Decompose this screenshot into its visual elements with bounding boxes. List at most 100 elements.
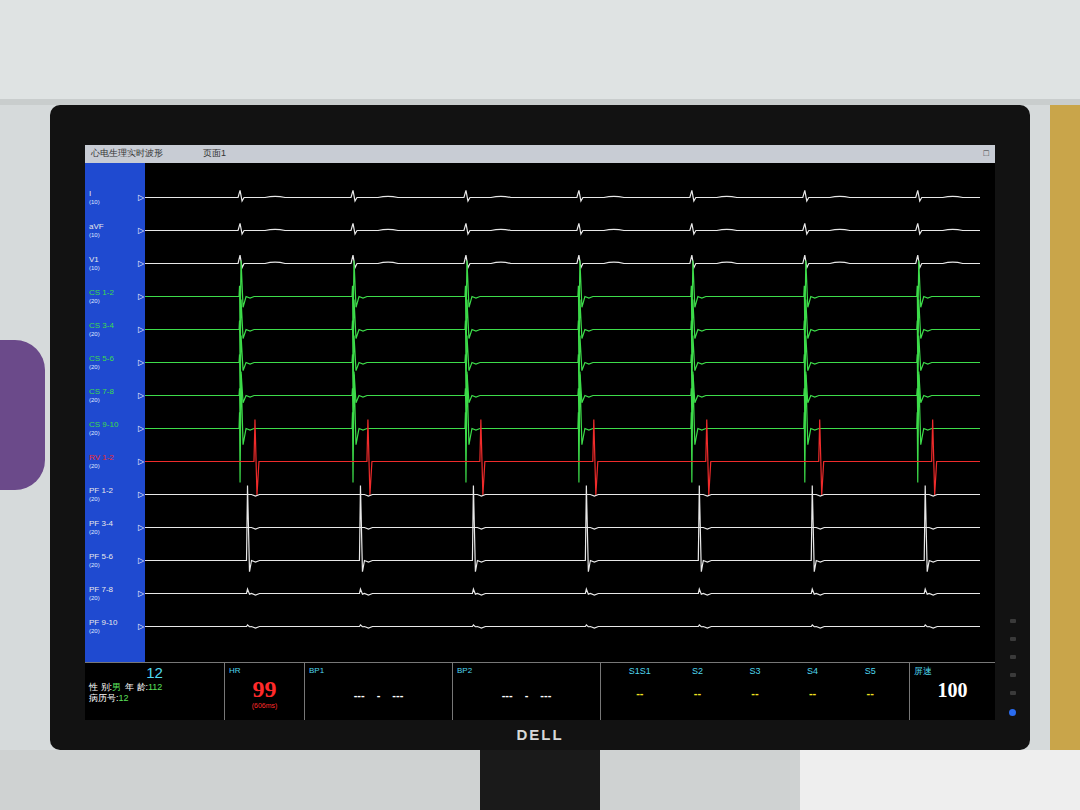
bp-box: BP2------- <box>453 663 601 720</box>
trace <box>145 412 995 445</box>
bp-label: BP1 <box>309 665 448 677</box>
channel-gain: (20) <box>89 397 114 404</box>
channel-gain: (10) <box>89 199 100 206</box>
bp-value: --- <box>540 687 551 704</box>
channel-marker: ▷ <box>138 621 144 633</box>
trace <box>145 577 995 610</box>
channel-name: CS 1-2 <box>89 289 114 298</box>
monitor-button[interactable] <box>1010 619 1016 623</box>
monitor-button[interactable] <box>1010 691 1016 695</box>
bp-box: BP1------- <box>305 663 453 720</box>
channel-label[interactable]: V1(10)▷ <box>85 247 145 280</box>
stim-param: S4-- <box>784 665 842 718</box>
channel-label[interactable]: CS 7-8(20)▷ <box>85 379 145 412</box>
channel-marker: ▷ <box>138 522 144 534</box>
channel-marker: ▷ <box>138 456 144 468</box>
yellow-frame <box>1050 105 1080 750</box>
bp-value: - <box>525 687 529 704</box>
channel-name: PF 1-2 <box>89 487 113 496</box>
stim-value: -- <box>809 679 816 702</box>
hr-value: 99 <box>229 677 300 701</box>
ceiling <box>0 0 1080 105</box>
channel-label[interactable]: PF 7-8(20)▷ <box>85 577 145 610</box>
channel-label[interactable]: CS 5-6(20) ▷ <box>85 346 145 379</box>
channel-gain: (10) <box>89 232 104 239</box>
channel-gain: (20) <box>89 364 114 371</box>
speed-box: 屏速100 <box>910 663 995 720</box>
speed-label: 屏速 <box>914 665 991 679</box>
stim-label: S2 <box>692 665 703 679</box>
stim-value: -- <box>636 679 643 702</box>
bp-label: BP2 <box>457 665 596 677</box>
channel-name: CS 5-6 <box>89 355 114 364</box>
traces <box>145 163 995 662</box>
status-panel: 12性 别:男年 龄:112病历号:12HR99(606ms)BP1------… <box>85 662 995 720</box>
photo: 心电生理实时波形页面1□I(10)▷aVF(10)▷V1(10)▷CS 1-2(… <box>0 0 1080 810</box>
trace <box>145 544 995 577</box>
patient-info: 12性 别:男年 龄:112病历号:12 <box>85 663 225 720</box>
power-button[interactable] <box>1009 709 1016 716</box>
channel-marker: ▷ <box>138 258 144 270</box>
channel-gain: (10) <box>89 265 100 272</box>
title-bar: 心电生理实时波形页面1□ <box>85 145 995 163</box>
patient-field: 性 别:男 <box>89 682 121 694</box>
channel-gain: (20) <box>89 298 114 305</box>
bp-value: --- <box>392 687 403 704</box>
monitor: 心电生理实时波形页面1□I(10)▷aVF(10)▷V1(10)▷CS 1-2(… <box>50 105 1030 750</box>
hr-interval: (606ms) <box>229 701 300 712</box>
desk-area: 心电生理实时波形页面1□I(10)▷aVF(10)▷V1(10)▷CS 1-2(… <box>0 105 1080 750</box>
channel-label[interactable]: CS 9-10(20)▷ <box>85 412 145 445</box>
trace <box>145 181 995 214</box>
monitor-button[interactable] <box>1010 637 1016 641</box>
channel-name: CS 9-10 <box>89 421 118 430</box>
channel-gain: (20) <box>89 496 113 503</box>
channel-label[interactable]: PF 3-4(20)▷ <box>85 511 145 544</box>
channel-name: RV 1-2 <box>89 454 114 463</box>
window-control[interactable]: □ <box>984 147 989 161</box>
channel-name: aVF <box>89 223 104 232</box>
channel-name: PF 7-8 <box>89 586 113 595</box>
trace <box>145 214 995 247</box>
channel-label[interactable]: PF 5-6(20)▷ <box>85 544 145 577</box>
hr-label: HR <box>229 665 300 677</box>
stim-value: -- <box>867 679 874 702</box>
channel-marker: ▷ <box>138 291 144 303</box>
trace <box>145 445 995 478</box>
logo-row: DELL <box>85 720 995 750</box>
channel-name: PF 5-6 <box>89 553 113 562</box>
stim-value: -- <box>694 679 701 702</box>
side-buttons <box>995 145 1030 720</box>
channel-label[interactable]: aVF(10)▷ <box>85 214 145 247</box>
purple-object <box>0 340 45 490</box>
channel-marker: ▷ <box>138 489 144 501</box>
trace <box>145 247 995 280</box>
waveform-area: I(10)▷aVF(10)▷V1(10)▷CS 1-2(20)▷CS 3-4(2… <box>85 163 995 662</box>
stim-label: S4 <box>807 665 818 679</box>
stand-row <box>0 750 1080 810</box>
stim-label: S1S1 <box>629 665 651 679</box>
channel-label[interactable]: PF 1-2(20) ▷ <box>85 478 145 511</box>
channel-label[interactable]: CS 1-2(20) ▷ <box>85 280 145 313</box>
trace <box>145 478 995 511</box>
channel-label[interactable]: I(10)▷ <box>85 181 145 214</box>
channel-marker: ▷ <box>138 357 144 369</box>
bp-value: --- <box>354 687 365 704</box>
speed-value: 100 <box>914 679 991 701</box>
stim-label: S5 <box>865 665 876 679</box>
channel-gain: (20) <box>89 529 113 536</box>
monitor-button[interactable] <box>1010 655 1016 659</box>
stim-label: S3 <box>749 665 760 679</box>
channel-label[interactable]: RV 1-2(20)▷ <box>85 445 145 478</box>
bp-value: - <box>377 687 381 704</box>
channel-label[interactable]: CS 3-4(20)▷ <box>85 313 145 346</box>
channel-name: PF 9-10 <box>89 619 117 628</box>
monitor-button[interactable] <box>1010 673 1016 677</box>
trace <box>145 610 995 643</box>
channel-name: CS 7-8 <box>89 388 114 397</box>
channel-name: I <box>89 190 100 199</box>
screen: 心电生理实时波形页面1□I(10)▷aVF(10)▷V1(10)▷CS 1-2(… <box>85 145 995 720</box>
record-number: 病历号:12 <box>89 693 220 705</box>
channel-label[interactable]: PF 9-10(20)▷ <box>85 610 145 643</box>
channel-gain: (20) <box>89 430 118 437</box>
trace <box>145 313 995 346</box>
